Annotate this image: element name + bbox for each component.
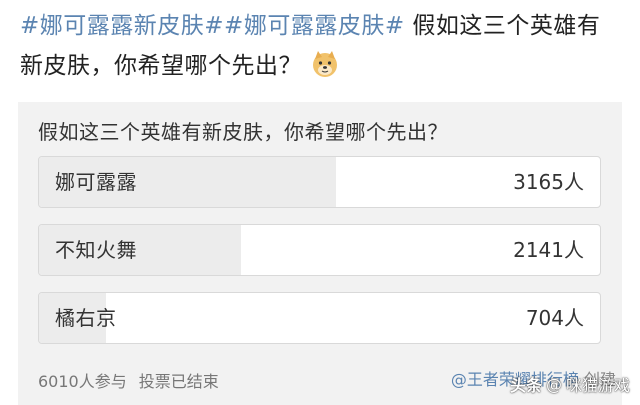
watermark: 头条 @ 咪猫游戏: [510, 372, 630, 396]
poll-option-label: 不知火舞: [55, 238, 137, 262]
hashtag-link[interactable]: #娜可露露皮肤#: [224, 13, 405, 39]
post-text: #娜可露露新皮肤##娜可露露皮肤# 假如这三个英雄有 新皮肤，你希望哪个先出？: [20, 6, 630, 86]
poll-option[interactable]: 橘右京 704人: [38, 292, 601, 344]
doge-emoji-icon: [310, 49, 340, 79]
poll-option-count: 3165人: [513, 170, 584, 194]
participant-count: 6010人参与: [38, 372, 127, 391]
poll-option-count: 2141人: [513, 238, 584, 262]
poll-option-count: 704人: [525, 306, 584, 330]
watermark-brand: 头条: [509, 376, 542, 395]
poll-question: 假如这三个英雄有新皮肤，你希望哪个先出？: [38, 120, 448, 144]
watermark-separator: @: [545, 374, 562, 394]
poll-status: 投票已结束: [138, 372, 219, 391]
post-text-line1: 假如这三个英雄有: [404, 13, 601, 39]
watermark-account: 咪猫游戏: [565, 376, 630, 395]
post-text-line2: 新皮肤，你希望哪个先出？: [20, 53, 302, 79]
hashtag-link[interactable]: #娜可露露新皮肤#: [20, 13, 224, 39]
poll-option[interactable]: 不知火舞 2141人: [38, 224, 601, 276]
poll-option-label: 娜可露露: [55, 170, 137, 194]
poll-footer: 6010人参与 投票已结束: [38, 368, 219, 392]
poll-option-label: 橘右京: [55, 306, 117, 330]
poll-card: 假如这三个英雄有新皮肤，你希望哪个先出？ 娜可露露 3165人 不知火舞 214…: [18, 102, 622, 405]
poll-option[interactable]: 娜可露露 3165人: [38, 156, 601, 208]
